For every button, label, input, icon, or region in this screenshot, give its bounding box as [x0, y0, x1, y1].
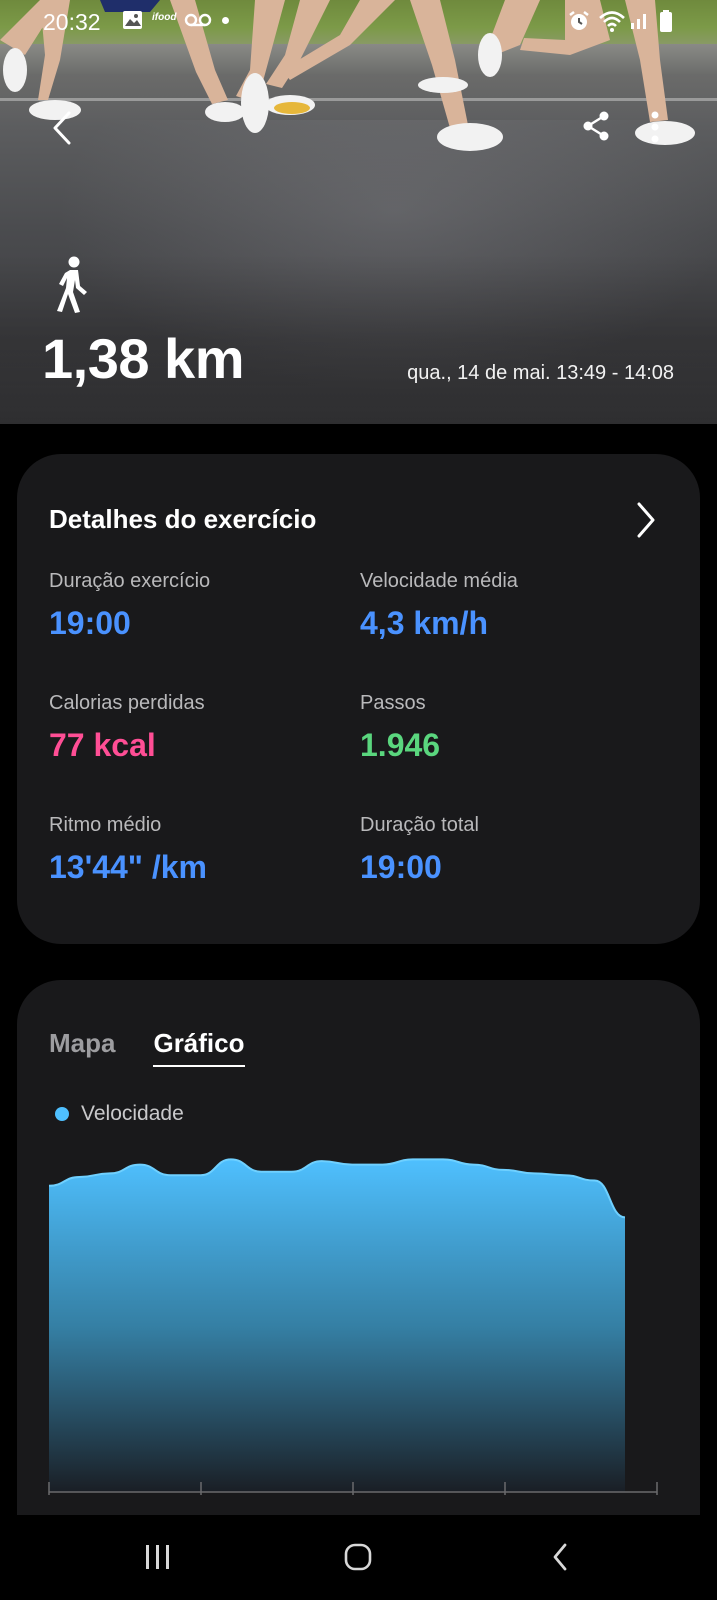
walk-icon	[54, 256, 90, 319]
status-bar: 20:32 ifood	[0, 0, 717, 42]
stat-label: Passos	[360, 692, 426, 714]
stat-value: 4,3 km/h	[360, 605, 489, 641]
stat-value: 1.946	[360, 727, 441, 763]
legend-label: Velocidade	[81, 1102, 184, 1125]
tab-map[interactable]: Mapa	[49, 1028, 115, 1067]
distance-value: 1,38 km	[42, 327, 245, 390]
stat-value: 19:00	[360, 849, 442, 885]
home-icon[interactable]	[336, 1535, 380, 1579]
tab-chart[interactable]: Gráfico	[153, 1028, 245, 1067]
chart-card: Mapa Gráfico Velocidade	[17, 980, 700, 1600]
speed-area-chart	[48, 1158, 658, 1495]
voicemail-icon	[184, 13, 212, 32]
stat-calories: Calorias perdidas 77 kcal	[49, 692, 349, 764]
date-range: qua., 14 de mai. 13:49 - 14:08	[407, 362, 674, 384]
wifi-icon	[598, 9, 626, 38]
stat-value: 19:00	[49, 605, 131, 641]
stat-exercise-duration: Duração exercício 19:00	[49, 570, 349, 642]
chevron-right-icon[interactable]	[634, 500, 664, 540]
more-vert-icon[interactable]	[640, 108, 670, 146]
details-title: Detalhes do exercício	[49, 504, 317, 534]
image-icon	[122, 9, 144, 36]
alarm-icon	[567, 9, 591, 38]
back-icon[interactable]	[538, 1535, 582, 1579]
system-nav-bar	[0, 1515, 717, 1600]
signal-icon	[630, 9, 650, 36]
share-icon[interactable]	[578, 108, 614, 144]
recents-icon[interactable]	[136, 1535, 180, 1579]
stat-label: Duração total	[360, 814, 479, 836]
chart-legend: Velocidade	[55, 1102, 184, 1126]
battery-icon	[659, 9, 673, 38]
stat-label: Velocidade média	[360, 570, 518, 592]
hero-image: 20:32 ifood 1,38 km qua., 14 de mai. 13:…	[0, 0, 717, 424]
stat-label: Calorias perdidas	[49, 692, 205, 714]
exercise-details-card[interactable]: Detalhes do exercício Duração exercício …	[17, 454, 700, 944]
status-time: 20:32	[43, 9, 101, 35]
stat-value: 77 kcal	[49, 727, 156, 763]
dot-icon	[222, 17, 229, 24]
chart-tabs: Mapa Gráfico	[49, 1028, 245, 1067]
legend-dot-icon	[55, 1107, 69, 1121]
stat-average-pace: Ritmo médio 13'44" /km	[49, 814, 349, 886]
back-arrow-icon[interactable]	[44, 108, 80, 148]
stat-value: 13'44" /km	[49, 849, 207, 885]
speed-area-fill	[49, 1159, 625, 1492]
stat-label: Duração exercício	[49, 570, 211, 592]
stat-label: Ritmo médio	[49, 814, 162, 836]
stat-average-speed: Velocidade média 4,3 km/h	[360, 570, 660, 642]
ifood-icon: ifood	[152, 12, 177, 23]
stat-total-duration: Duração total 19:00	[360, 814, 660, 886]
stat-steps: Passos 1.946	[360, 692, 660, 764]
